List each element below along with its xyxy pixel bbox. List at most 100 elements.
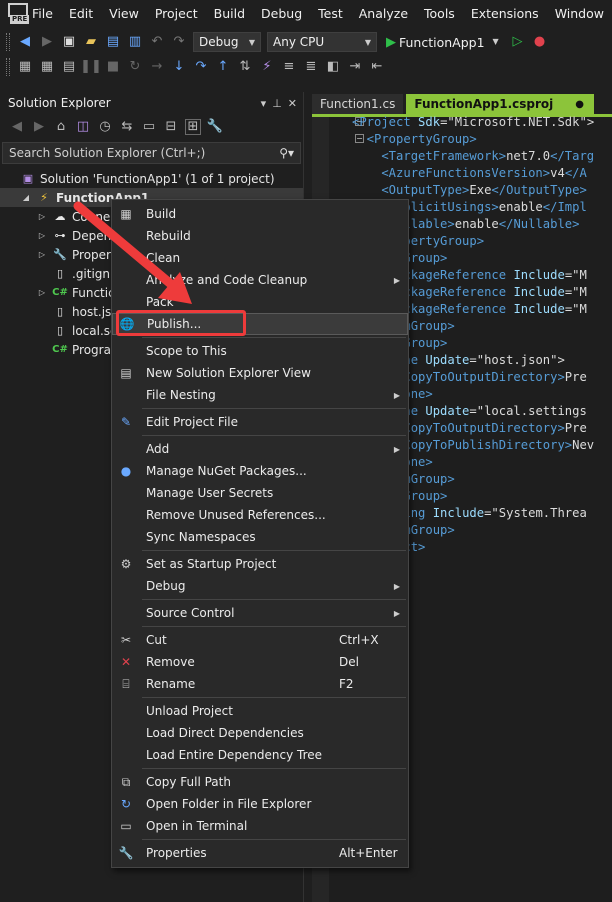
expand-chevron-icon[interactable]: ▷	[36, 250, 48, 259]
menu-tools[interactable]: Tools	[416, 0, 463, 28]
menu-item-build[interactable]: ▦ Build	[112, 203, 408, 225]
menu-item-add[interactable]: Add ▶	[112, 438, 408, 460]
undo-icon[interactable]: ↶	[149, 34, 165, 50]
search-icon[interactable]: ⚲▾	[279, 146, 294, 160]
switch-views-icon[interactable]: ◫	[75, 119, 91, 135]
menu-extensions[interactable]: Extensions	[463, 0, 547, 28]
menu-test[interactable]: Test	[310, 0, 351, 28]
menu-item-new-solution-explorer-view[interactable]: ▤ New Solution Explorer View	[112, 362, 408, 384]
comment-icon[interactable]: ≡	[281, 59, 297, 75]
menu-build[interactable]: Build	[206, 0, 253, 28]
menu-debug[interactable]: Debug	[253, 0, 310, 28]
run-target-button[interactable]: FunctionApp1	[399, 35, 485, 50]
outdent-icon[interactable]: ⇤	[369, 59, 385, 75]
show-next-statement-icon[interactable]: →	[149, 59, 165, 75]
menu-item-debug[interactable]: Debug ▶	[112, 575, 408, 597]
menu-item-label: Unload Project	[146, 704, 233, 718]
sync-with-document-icon[interactable]: ⇆	[119, 119, 135, 135]
solution-platform-select[interactable]: Any CPU ▼	[267, 32, 377, 52]
menu-item-copy-full-path[interactable]: ⧉ Copy Full Path	[112, 771, 408, 793]
menu-item-manage-user-secrets[interactable]: Manage User Secrets	[112, 482, 408, 504]
close-icon[interactable]: ✕	[288, 97, 297, 110]
uncomment-icon[interactable]: ≣	[303, 59, 319, 75]
menu-item-open-in-terminal[interactable]: ▭ Open in Terminal	[112, 815, 408, 837]
menu-item-rebuild[interactable]: Rebuild	[112, 225, 408, 247]
visual-studio-logo-icon[interactable]: PRE	[6, 2, 30, 26]
expand-chevron-icon[interactable]: ▷	[36, 231, 48, 240]
pending-changes-filter-icon[interactable]: ◷	[97, 119, 113, 135]
menu-item-remove-unused-references[interactable]: Remove Unused References...	[112, 504, 408, 526]
menu-item-file-nesting[interactable]: File Nesting ▶	[112, 384, 408, 406]
menu-item-edit-project-file[interactable]: ✎ Edit Project File	[112, 411, 408, 433]
pin-icon[interactable]: ⊥	[272, 97, 282, 110]
pause-icon[interactable]: ❚❚	[80, 59, 102, 75]
menu-item-load-direct-dependencies[interactable]: Load Direct Dependencies	[112, 722, 408, 744]
expand-chevron-icon[interactable]: ▷	[36, 212, 48, 221]
new-item-icon[interactable]: ▣	[61, 34, 77, 50]
back-icon[interactable]: ◀	[9, 119, 25, 135]
menu-file[interactable]: File	[24, 0, 61, 28]
menu-item-scope-to-this[interactable]: Scope to This	[112, 340, 408, 362]
forward-icon[interactable]: ▶	[39, 34, 55, 50]
menu-item-open-folder-in-file-explorer[interactable]: ↻ Open Folder in File Explorer	[112, 793, 408, 815]
indent-icon[interactable]: ⇥	[347, 59, 363, 75]
step-out-icon[interactable]: ↑	[215, 59, 231, 75]
code-line: <OutputType>Exe</OutputType>	[352, 183, 587, 197]
show-all-files-icon[interactable]: ⊞	[185, 119, 201, 135]
menu-item-clean[interactable]: Clean	[112, 247, 408, 269]
solution-configuration-select[interactable]: Debug ▼	[193, 32, 261, 52]
process-icon[interactable]: ▦	[17, 59, 33, 75]
expand-chevron-icon[interactable]: ◢	[20, 193, 32, 202]
start-debugging-icon[interactable]: ▶	[386, 35, 396, 50]
window-position-icon[interactable]: ▾	[261, 97, 267, 110]
thread-icon[interactable]: ▦	[39, 59, 55, 75]
step-into-icon[interactable]: ↓	[171, 59, 187, 75]
collapse-all-icon[interactable]: ⊟	[163, 119, 179, 135]
save-icon[interactable]: ▤	[105, 34, 121, 50]
bookmark-icon[interactable]: ◧	[325, 59, 341, 75]
menu-edit[interactable]: Edit	[61, 0, 101, 28]
menu-analyze[interactable]: Analyze	[351, 0, 416, 28]
restart-icon[interactable]: ↻	[127, 59, 143, 75]
menu-item-unload-project[interactable]: Unload Project	[112, 700, 408, 722]
step-over-icon[interactable]: ↷	[193, 59, 209, 75]
tab-functionapp1-csproj[interactable]: FunctionApp1.csproj ●	[406, 94, 595, 114]
save-all-icon[interactable]: ▥	[127, 34, 143, 50]
stop-icon[interactable]: ■	[105, 59, 121, 75]
menu-item-rename[interactable]: ⌸ Rename F2	[112, 673, 408, 695]
solution-explorer-search-input[interactable]: Search Solution Explorer (Ctrl+;) ⚲▾	[2, 142, 301, 164]
toolbar-grip[interactable]	[6, 58, 10, 76]
hex-icon[interactable]: ⇅	[237, 59, 253, 75]
properties-icon[interactable]: 🔧	[207, 119, 223, 135]
hot-reload-icon[interactable]: ●	[532, 34, 548, 50]
menu-project[interactable]: Project	[147, 0, 206, 28]
diagnostic-icon[interactable]: ⚡	[259, 59, 275, 75]
toolbar-grip[interactable]	[6, 33, 10, 51]
forward-icon[interactable]: ▶	[31, 119, 47, 135]
menu-view[interactable]: View	[101, 0, 147, 28]
menu-item-manage-nuget-packages[interactable]: ● Manage NuGet Packages...	[112, 460, 408, 482]
refresh-icon[interactable]: ▭	[141, 119, 157, 135]
start-without-debugging-icon[interactable]: ▷	[510, 34, 526, 50]
expand-chevron-icon[interactable]: ▷	[36, 288, 48, 297]
menu-item-properties[interactable]: 🔧 Properties Alt+Enter	[112, 842, 408, 864]
menu-item-analyze-and-code-cleanup[interactable]: Analyze and Code Cleanup ▶	[112, 269, 408, 291]
chevron-down-icon[interactable]: ▼	[488, 34, 504, 50]
menu-item-sync-namespaces[interactable]: Sync Namespaces	[112, 526, 408, 548]
tab-function1-cs[interactable]: Function1.cs	[312, 94, 404, 114]
stack-frame-icon[interactable]: ▤	[61, 59, 77, 75]
open-folder-icon[interactable]: ▰	[83, 34, 99, 50]
menu-item-label: Analyze and Code Cleanup	[146, 273, 308, 287]
menu-item-load-entire-dependency-tree[interactable]: Load Entire Dependency Tree	[112, 744, 408, 766]
menu-separator	[142, 435, 406, 436]
tree-item-solution[interactable]: ▣ Solution 'FunctionApp1' (1 of 1 project…	[0, 169, 303, 188]
back-icon[interactable]: ◀	[17, 34, 33, 50]
menu-window[interactable]: Window	[547, 0, 612, 28]
menu-item-set-as-startup-project[interactable]: ⚙ Set as Startup Project	[112, 553, 408, 575]
home-icon[interactable]: ⌂	[53, 119, 69, 135]
menu-item-remove[interactable]: ✕ Remove Del	[112, 651, 408, 673]
menu-item-cut[interactable]: ✂ Cut Ctrl+X	[112, 629, 408, 651]
menu-separator	[142, 839, 406, 840]
redo-icon[interactable]: ↷	[171, 34, 187, 50]
menu-item-source-control[interactable]: Source Control ▶	[112, 602, 408, 624]
